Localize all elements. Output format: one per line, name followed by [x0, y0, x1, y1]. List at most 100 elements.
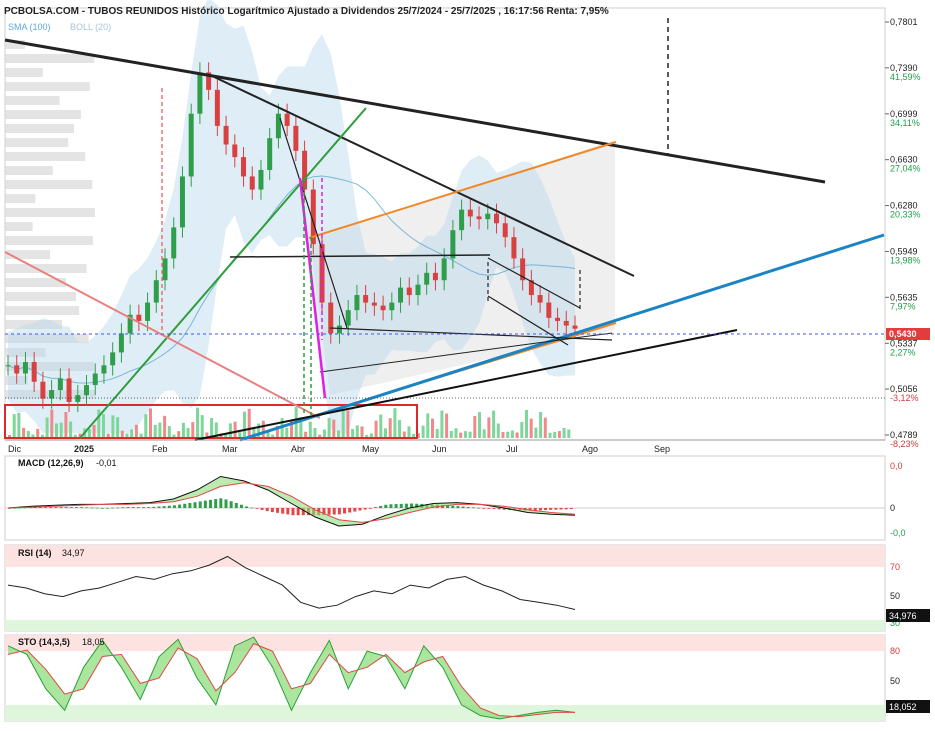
pct-tick-label: -8,23% — [890, 439, 919, 449]
macd-histogram-bar — [389, 504, 393, 508]
macd-histogram-bar — [270, 508, 274, 513]
macd-histogram-bar — [188, 503, 192, 508]
macd-histogram-bar — [142, 507, 146, 508]
macd-histogram-bar — [69, 507, 73, 508]
candle-body — [441, 258, 447, 281]
macd-histogram-bar — [121, 507, 125, 509]
chart-stage: PCBOLSA.COM - TUBOS REUNIDOS Histórico L… — [0, 0, 935, 726]
volume-profile-bar — [5, 152, 86, 161]
candle-body — [328, 302, 334, 334]
volume-bar — [149, 408, 152, 438]
macd-histogram-bar — [373, 507, 377, 508]
macd-tick-top: 0,0 — [890, 461, 903, 471]
candle-body — [302, 150, 308, 190]
volume-bar — [116, 417, 120, 438]
volume-bar — [55, 423, 58, 438]
volume-bar — [22, 427, 26, 438]
volume-bar — [233, 421, 237, 438]
macd-histogram-bar — [100, 507, 104, 509]
macd-histogram-bar — [126, 507, 130, 508]
volume-profile-bar — [5, 138, 69, 147]
candle-body — [5, 365, 11, 367]
volume-bar — [459, 432, 463, 438]
volume-bar — [120, 430, 124, 438]
candle-body — [511, 237, 517, 259]
volume-profile-bar — [5, 264, 87, 273]
macd-histogram-bar — [559, 508, 563, 510]
legend-boll: BOLL (20) — [70, 22, 111, 32]
volume-bar — [454, 428, 458, 438]
macd-histogram-bar — [198, 501, 202, 508]
macd-histogram-bar — [224, 499, 228, 508]
macd-label: MACD (12,26,9) — [18, 458, 84, 468]
pct-tick-label: 27,04% — [890, 164, 921, 174]
volume-bar — [463, 431, 467, 438]
volume-bar — [337, 430, 340, 438]
macd-histogram-bar — [404, 503, 408, 508]
time-tick-label: Feb — [152, 444, 168, 454]
macd-histogram-bar — [152, 506, 156, 508]
legend-sma: SMA (100) — [8, 22, 51, 32]
candle-body — [415, 284, 421, 296]
volume-bar — [59, 422, 63, 438]
candle-body — [110, 352, 116, 366]
macd-histogram-bar — [487, 508, 491, 509]
volume-bar — [548, 432, 552, 438]
macd-histogram-bar — [80, 507, 84, 508]
volume-bar — [322, 429, 326, 438]
price-axis: 0,78010,739041,59%0,699934,11%0,663027,0… — [885, 17, 921, 449]
candle-body — [398, 287, 404, 303]
volume-profile-bar — [5, 96, 60, 105]
volume-bar — [426, 413, 430, 438]
volume-bar — [130, 429, 134, 438]
volume-bar — [285, 427, 289, 438]
candle-body — [363, 295, 369, 303]
time-tick-label: Jul — [506, 444, 518, 454]
volume-bar — [393, 408, 397, 438]
volume-bar — [36, 428, 40, 438]
macd-histogram-bar — [549, 508, 553, 510]
volume-bar — [388, 418, 392, 438]
volume-bar — [191, 422, 195, 438]
candle-body — [232, 144, 238, 158]
candle-body — [493, 213, 499, 224]
macd-histogram-bar — [178, 504, 182, 508]
macd-histogram-bar — [394, 504, 398, 508]
rsi-panel: RSI (14) 34,97 70 50 30 34,976 — [4, 544, 930, 632]
volume-profile-bar — [5, 180, 93, 189]
macd-tick-bottom: -0,0 — [890, 528, 906, 538]
macd-histogram-bar — [291, 508, 295, 516]
macd-histogram-bar — [265, 508, 269, 512]
volume-bar — [64, 412, 68, 438]
candle-body — [406, 287, 412, 296]
time-tick-label: Jun — [432, 444, 447, 454]
volume-bar — [435, 428, 439, 438]
volume-bar — [327, 417, 331, 438]
volume-bar — [341, 410, 345, 438]
macd-histogram-bar — [54, 507, 58, 508]
macd-histogram-bar — [95, 507, 99, 509]
candle-body — [371, 302, 377, 306]
macd-histogram-bar — [193, 502, 197, 508]
candle-body — [84, 385, 90, 396]
macd-histogram-bar — [327, 508, 331, 515]
candle-body — [258, 169, 264, 190]
volume-profile-bar — [5, 222, 33, 231]
macd-histogram-bar — [554, 508, 558, 510]
volume-profile-bar — [5, 166, 53, 175]
volume-bar — [539, 412, 543, 438]
candle-body — [389, 302, 395, 311]
candle-body — [380, 305, 386, 311]
pct-tick-label: 2,27% — [890, 347, 916, 357]
candle-body — [476, 216, 482, 220]
volume-bar — [534, 427, 538, 438]
candle-body — [546, 302, 552, 318]
candle-body — [354, 295, 360, 311]
volume-bar — [144, 414, 148, 438]
macd-histogram-bar — [147, 507, 151, 508]
candle-body — [432, 272, 438, 281]
candle-body — [162, 258, 168, 281]
rsi-value: 34,97 — [62, 548, 85, 558]
candle-body — [188, 113, 194, 177]
candle-body — [336, 325, 342, 334]
